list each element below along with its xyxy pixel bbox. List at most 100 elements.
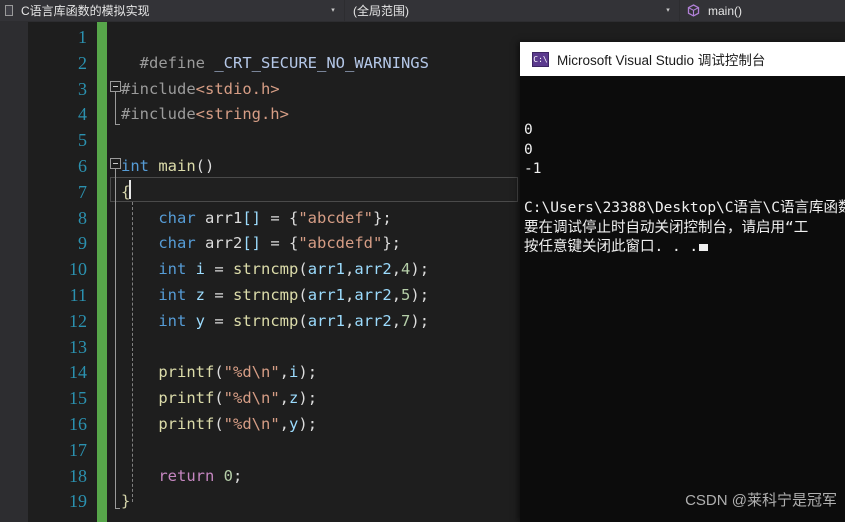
line-number: 14 bbox=[69, 362, 87, 383]
console-output-line: 0 bbox=[524, 141, 533, 158]
code-token: , bbox=[391, 286, 402, 304]
code-token: strncmp bbox=[233, 286, 299, 304]
scope-dropdown-value: (全局范围) bbox=[353, 3, 409, 18]
code-token: ); bbox=[410, 260, 430, 279]
code-line[interactable]: char arr2[] = {"abcdefd"}; bbox=[107, 231, 401, 257]
code-line[interactable]: #define _CRT_SECURE_NO_WARNINGS bbox=[107, 51, 429, 77]
code-line[interactable] bbox=[107, 25, 121, 51]
code-line[interactable]: { bbox=[107, 180, 130, 206]
code-token: arr2 bbox=[205, 234, 243, 253]
code-line[interactable] bbox=[107, 128, 121, 154]
code-token: ( bbox=[298, 260, 308, 279]
code-line[interactable]: int main() bbox=[107, 154, 214, 180]
code-token: , bbox=[279, 415, 290, 433]
code-token: "%d\n" bbox=[223, 389, 280, 408]
code-token: printf bbox=[158, 389, 215, 408]
code-token: int bbox=[121, 157, 149, 175]
code-line[interactable] bbox=[107, 335, 121, 361]
code-token: arr2 bbox=[354, 260, 392, 279]
change-indicator-bar bbox=[97, 22, 107, 522]
code-token: } bbox=[121, 492, 131, 511]
member-dropdown-value: main() bbox=[708, 3, 743, 18]
code-token: ); bbox=[410, 286, 430, 304]
line-number-gutter: 1 2 3 4 5 6 7 8 9 10 11 12 13 14 15 16 17 18 19 bbox=[28, 22, 97, 522]
debug-console-window[interactable]: C:\ Microsoft Visual Studio 调试控制台 0 0 -1 C… bbox=[520, 42, 845, 522]
code-line[interactable]: int z = strncmp(arr1,arr2,5); bbox=[107, 283, 429, 309]
code-token: ); bbox=[298, 363, 318, 382]
code-line[interactable]: #include<string.h> bbox=[107, 102, 289, 128]
code-token: char bbox=[158, 234, 196, 253]
current-line-highlight bbox=[110, 176, 518, 202]
code-token: () bbox=[195, 157, 215, 175]
scope-dropdown[interactable]: (全局范围) ▾ bbox=[345, 0, 680, 21]
line-number: 8 bbox=[78, 207, 87, 228]
code-token: _CRT_SECURE_NO_WARNINGS bbox=[214, 53, 429, 72]
project-dropdown[interactable]: C语言库函数的模拟实现 ▾ bbox=[0, 0, 345, 21]
code-token: #include bbox=[121, 105, 196, 124]
code-token: ( bbox=[214, 363, 224, 382]
console-output-line: C:\Users\23388\Desktop\C语言\C语言库函数 bbox=[524, 200, 845, 216]
code-token: = bbox=[205, 260, 234, 279]
code-token: arr2 bbox=[354, 286, 392, 304]
code-line[interactable]: int y = strncmp(arr1,arr2,7); bbox=[107, 309, 429, 335]
line-number: 19 bbox=[69, 491, 87, 512]
code-line[interactable]: #include<stdio.h> bbox=[107, 77, 280, 103]
line-number: 10 bbox=[69, 259, 87, 280]
code-token: y bbox=[195, 311, 206, 330]
cmd-console-icon: C:\ bbox=[532, 51, 549, 67]
navigation-bar: C语言库函数的模拟实现 ▾ (全局范围) ▾ main() bbox=[0, 0, 845, 22]
line-number: 18 bbox=[69, 465, 87, 486]
console-title-bar[interactable]: C:\ Microsoft Visual Studio 调试控制台 bbox=[520, 42, 845, 76]
code-token: 5 bbox=[401, 286, 411, 304]
code-line[interactable]: printf("%d\n",z); bbox=[107, 386, 317, 412]
code-line[interactable]: printf("%d\n",i); bbox=[107, 360, 317, 386]
code-token: arr1 bbox=[307, 311, 346, 330]
chevron-down-icon[interactable]: ▾ bbox=[661, 1, 675, 21]
code-token: ; bbox=[233, 466, 243, 485]
code-line[interactable]: return 0; bbox=[107, 464, 242, 490]
code-token: arr1 bbox=[307, 286, 346, 304]
document-icon bbox=[4, 4, 15, 17]
code-line[interactable]: } bbox=[107, 489, 130, 515]
code-token: 4 bbox=[401, 260, 411, 279]
code-line[interactable]: char arr1[] = {"abcdef"}; bbox=[107, 206, 392, 232]
code-token: 7 bbox=[401, 311, 411, 330]
code-token: = bbox=[205, 311, 234, 330]
code-token: int bbox=[158, 260, 187, 279]
code-token: arr1 bbox=[205, 208, 243, 227]
code-line[interactable] bbox=[107, 438, 121, 464]
line-number: 2 bbox=[78, 52, 87, 73]
code-token: strncmp bbox=[233, 260, 299, 279]
code-line[interactable]: int i = strncmp(arr1,arr2,4); bbox=[107, 257, 429, 283]
member-dropdown[interactable]: main() bbox=[680, 0, 845, 21]
watermark-text: CSDN @莱科宁是冠军 bbox=[685, 492, 837, 509]
line-number: 7 bbox=[78, 181, 87, 202]
code-token: i bbox=[289, 363, 299, 382]
code-token: printf bbox=[158, 415, 215, 433]
line-number: 9 bbox=[78, 233, 87, 254]
chevron-down-icon[interactable]: ▾ bbox=[326, 1, 340, 21]
code-token: <string.h> bbox=[195, 105, 289, 124]
line-number: 17 bbox=[69, 439, 87, 460]
code-token: , bbox=[279, 363, 290, 382]
code-token: char bbox=[158, 208, 196, 227]
vs-editor-window: C语言库函数的模拟实现 ▾ (全局范围) ▾ main() 1234567891… bbox=[0, 0, 845, 522]
code-token: "%d\n" bbox=[223, 415, 280, 433]
code-token: }; bbox=[373, 208, 392, 227]
code-line[interactable]: printf("%d\n",y); bbox=[107, 412, 317, 438]
code-token: printf bbox=[158, 363, 215, 382]
console-output-line: 0 bbox=[524, 122, 533, 138]
code-token: z bbox=[289, 389, 299, 408]
code-token: ); bbox=[298, 389, 318, 408]
